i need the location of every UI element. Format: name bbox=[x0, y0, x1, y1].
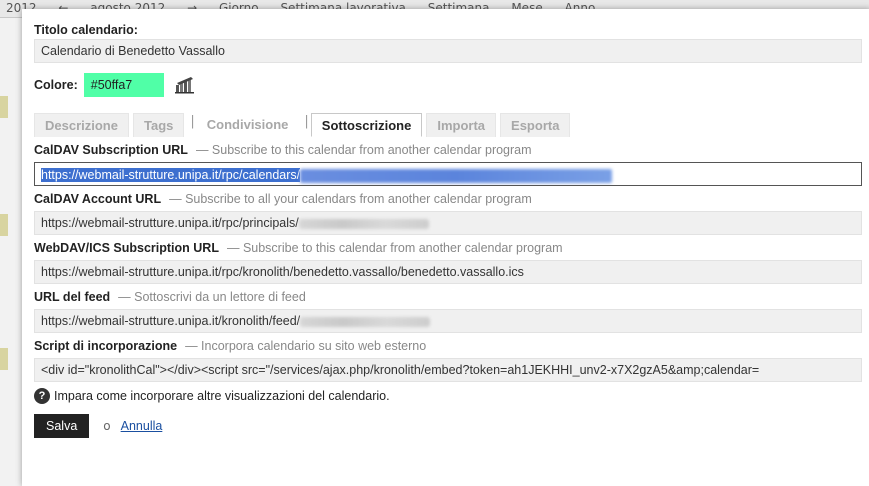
bg-event-marker bbox=[0, 214, 8, 236]
feed-url-field[interactable]: https://webmail-strutture.unipa.it/krono… bbox=[34, 309, 862, 333]
caldav-subscription-section: CalDAV Subscription URL — Subscribe to t… bbox=[34, 143, 862, 186]
feed-section: URL del feed — Sottoscrivi da un lettore… bbox=[34, 290, 862, 333]
tab-sottoscrizione[interactable]: Sottoscrizione bbox=[310, 113, 423, 137]
redacted-text bbox=[300, 316, 431, 327]
tab-separator: | bbox=[304, 114, 309, 129]
help-icon[interactable]: ? bbox=[34, 388, 50, 404]
caldav-subscription-label: CalDAV Subscription URL bbox=[34, 143, 188, 157]
bg-event-marker bbox=[0, 348, 8, 370]
selected-url-text: https://webmail-strutture.unipa.it/rpc/c… bbox=[41, 168, 301, 182]
tab-descrizione[interactable]: Descrizione bbox=[34, 113, 129, 137]
webdav-section: WebDAV/ICS Subscription URL — Subscribe … bbox=[34, 241, 862, 284]
background-left-strip bbox=[0, 18, 22, 486]
embed-label: Script di incorporazione bbox=[34, 339, 178, 353]
title-label: Titolo calendario: bbox=[34, 23, 138, 37]
webdav-url-field[interactable]: https://webmail-strutture.unipa.it/rpc/k… bbox=[34, 260, 862, 284]
tab-separator: | bbox=[190, 114, 195, 129]
embed-desc: — Incorpora calendario su sito web ester… bbox=[185, 339, 427, 353]
calendar-edit-dialog: Titolo calendario: Calendario di Benedet… bbox=[22, 9, 869, 486]
tab-bar: Descrizione Tags | Condivisione | Sottos… bbox=[34, 111, 859, 137]
caldav-subscription-url-field[interactable]: https://webmail-strutture.unipa.it/rpc/c… bbox=[34, 162, 862, 186]
tab-importa[interactable]: Importa bbox=[426, 113, 497, 137]
caldav-account-label: CalDAV Account URL bbox=[34, 192, 162, 206]
help-text[interactable]: Impara come incorporare altre visualizza… bbox=[54, 389, 390, 403]
title-row: Titolo calendario: Calendario di Benedet… bbox=[34, 23, 862, 63]
caldav-account-url-text: https://webmail-strutture.unipa.it/rpc/p… bbox=[41, 216, 299, 230]
feed-url-text: https://webmail-strutture.unipa.it/krono… bbox=[41, 314, 301, 328]
color-label: Colore: bbox=[34, 78, 78, 92]
feed-desc: — Sottoscrivi da un lettore di feed bbox=[118, 290, 306, 304]
color-input[interactable]: #50ffa7 bbox=[83, 73, 164, 97]
help-row: ? Impara come incorporare altre visualiz… bbox=[34, 388, 859, 404]
webdav-label: WebDAV/ICS Subscription URL bbox=[34, 241, 219, 255]
cancel-link[interactable]: Annulla bbox=[121, 419, 163, 433]
title-input[interactable]: Calendario di Benedetto Vassallo bbox=[34, 39, 862, 63]
color-picker-icon[interactable] bbox=[174, 76, 196, 94]
caldav-account-section: CalDAV Account URL — Subscribe to all yo… bbox=[34, 192, 862, 235]
tab-esporta[interactable]: Esporta bbox=[500, 113, 571, 137]
actions-row: Salva o Annulla bbox=[34, 414, 859, 438]
save-button[interactable]: Salva bbox=[34, 414, 90, 438]
tab-tags[interactable]: Tags bbox=[132, 113, 185, 137]
webdav-desc: — Subscribe to this calendar from anothe… bbox=[226, 241, 563, 255]
embed-script-field[interactable]: <div id="kronolithCal"></div><script src… bbox=[34, 358, 862, 382]
redacted-text bbox=[300, 168, 613, 183]
tab-condivisione[interactable]: Condivisione bbox=[197, 113, 299, 137]
feed-label: URL del feed bbox=[34, 290, 111, 304]
redacted-text bbox=[298, 218, 429, 229]
caldav-subscription-desc: — Subscribe to this calendar from anothe… bbox=[195, 143, 532, 157]
caldav-account-url-field[interactable]: https://webmail-strutture.unipa.it/rpc/p… bbox=[34, 211, 862, 235]
embed-section: Script di incorporazione — Incorpora cal… bbox=[34, 339, 862, 382]
bg-event-marker bbox=[0, 96, 8, 118]
or-separator: o bbox=[103, 419, 111, 433]
color-row: Colore: #50ffa7 bbox=[34, 73, 859, 97]
caldav-account-desc: — Subscribe to all your calendars from a… bbox=[169, 192, 532, 206]
